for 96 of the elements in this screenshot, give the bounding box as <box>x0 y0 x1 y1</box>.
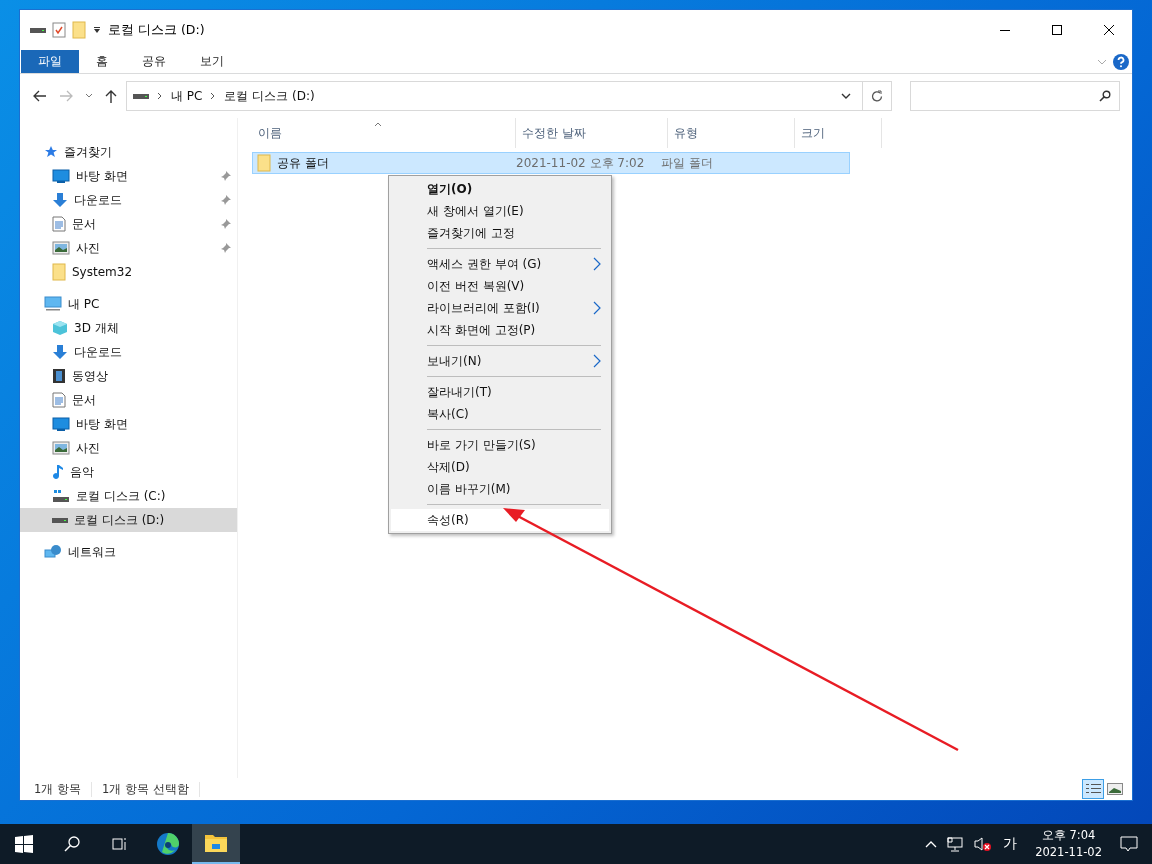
sidebar-item[interactable]: 사진 <box>20 436 237 460</box>
folder-icon <box>257 154 271 172</box>
column-header[interactable]: 이름 <box>252 118 516 148</box>
sidebar-item[interactable]: 바탕 화면 <box>20 412 237 436</box>
menu-item[interactable]: 새 창에서 열기(E) <box>391 200 609 222</box>
menu-item[interactable]: 이전 버전 복원(V) <box>391 275 609 297</box>
menu-item[interactable]: 복사(C) <box>391 403 609 425</box>
picture-icon <box>52 441 70 455</box>
search-field[interactable] <box>910 81 1120 111</box>
menu-item[interactable]: 속성(R) <box>391 509 609 531</box>
close-icon <box>1104 25 1114 35</box>
sidebar-item[interactable]: 문서 <box>20 212 237 236</box>
folder-icon <box>204 833 228 853</box>
breadcrumb[interactable]: 로컬 디스크 (D:) <box>224 87 315 105</box>
sidebar-item[interactable]: 바탕 화면 <box>20 164 237 188</box>
window-title: 로컬 디스크 (D:) <box>108 21 206 39</box>
down-arrow-icon <box>52 192 68 208</box>
column-header[interactable]: 수정한 날짜 <box>516 118 668 148</box>
menu-item[interactable]: 라이브러리에 포함(I) <box>391 297 609 319</box>
down-arrow-icon <box>52 344 68 360</box>
menu-item[interactable]: 시작 화면에 고정(P) <box>391 319 609 341</box>
drive-icon <box>30 27 46 33</box>
file-row[interactable]: 공유 폴더 2021-11-02 오후 7:02 파일 폴더 <box>252 152 850 174</box>
menu-item[interactable]: 잘라내기(T) <box>391 381 609 403</box>
table-cell-text: 2021-11-02 오후 7:02 <box>515 154 646 172</box>
document-icon <box>52 216 66 232</box>
volume-muted-icon[interactable] <box>973 836 994 852</box>
folder-icon <box>52 263 66 281</box>
chevron-icon <box>157 92 163 100</box>
sidebar-item[interactable]: 다운로드 <box>20 340 237 364</box>
sidebar-item[interactable]: 로컬 디스크 (C:) <box>20 484 237 508</box>
music-note-icon <box>52 464 64 480</box>
pin-icon <box>221 243 231 253</box>
menu-item[interactable]: 즐겨찾기에 고정 <box>391 222 609 244</box>
status-text: 1개 항목 <box>34 781 92 797</box>
list-icon <box>1085 784 1101 794</box>
sidebar-item[interactable]: 동영상 <box>20 364 237 388</box>
star-icon <box>44 145 58 159</box>
pin-icon <box>221 195 231 205</box>
network-icon[interactable] <box>947 836 964 852</box>
notification-icon[interactable] <box>1120 836 1138 852</box>
network-icon <box>44 544 62 560</box>
sidebar-item[interactable]: 사진 <box>20 236 237 260</box>
sidebar-item[interactable]: 로컬 디스크 (D:) <box>20 508 237 532</box>
browser-icon <box>156 832 180 856</box>
ribbon-tab[interactable]: 파일 <box>21 50 79 73</box>
computer-icon <box>44 296 62 312</box>
menu-item[interactable]: 액세스 권한 부여 (G) <box>391 253 609 275</box>
sidebar-item[interactable]: 문서 <box>20 388 237 412</box>
sidebar-item[interactable]: System32 <box>20 260 237 284</box>
menu-item[interactable]: 보내기(N) <box>391 350 609 372</box>
minimize-icon <box>1000 29 1010 31</box>
pin-icon <box>221 171 231 181</box>
drive-icon <box>133 93 149 99</box>
clock[interactable]: 오후 7:04 2021-11-02 <box>1035 827 1102 861</box>
taskbar-button[interactable] <box>192 824 240 864</box>
pin-icon <box>221 219 231 229</box>
picture-icon <box>52 241 70 255</box>
menu-item[interactable]: 이름 바꾸기(M) <box>391 478 609 500</box>
ribbon-tab[interactable]: 공유 <box>125 50 183 73</box>
menu-item[interactable]: 바로 가기 만들기(S) <box>391 434 609 456</box>
chevron-icon <box>210 92 217 100</box>
cube-icon <box>52 320 68 336</box>
document-icon <box>52 392 66 408</box>
picture-icon <box>1107 783 1123 795</box>
drive-icon <box>52 489 70 503</box>
details-view-button[interactable] <box>1082 779 1104 799</box>
breadcrumb[interactable]: 내 PC <box>171 87 203 105</box>
properties-icon[interactable] <box>52 22 66 38</box>
sidebar-item[interactable]: 3D 개체 <box>20 316 237 340</box>
column-header[interactable]: 유형 <box>668 118 795 148</box>
ribbon-tab[interactable]: 보기 <box>183 50 241 73</box>
search-icon <box>64 836 80 852</box>
chevron-up-icon[interactable] <box>925 840 938 848</box>
input-method-indicator[interactable]: 가 <box>1003 835 1018 853</box>
sidebar-item[interactable]: 음악 <box>20 460 237 484</box>
sidebar-item[interactable]: 네트워크 <box>20 540 237 564</box>
monitor-icon <box>52 417 70 431</box>
film-icon <box>52 368 66 384</box>
sidebar-item[interactable]: 즐겨찾기 <box>20 140 237 164</box>
sidebar-item[interactable]: 내 PC <box>20 292 237 316</box>
ribbon-tab[interactable]: 홈 <box>79 50 125 73</box>
sidebar-item[interactable]: 다운로드 <box>20 188 237 212</box>
monitor-icon <box>52 169 70 183</box>
windows-logo-icon <box>15 835 33 853</box>
column-header[interactable]: 크기 <box>795 118 882 148</box>
table-cell-text: 파일 폴더 <box>660 154 714 172</box>
menu-item[interactable]: 삭제(D) <box>391 456 609 478</box>
drive-icon <box>52 517 68 523</box>
file-name: 공유 폴더 <box>277 154 329 172</box>
dropdown-icon[interactable] <box>92 25 102 35</box>
search-icon <box>1099 90 1111 102</box>
status-text: 1개 항목 선택함 <box>102 781 200 797</box>
task-view-icon <box>112 836 128 852</box>
maximize-icon <box>1052 25 1062 35</box>
menu-item[interactable]: 열기(O) <box>391 178 609 200</box>
